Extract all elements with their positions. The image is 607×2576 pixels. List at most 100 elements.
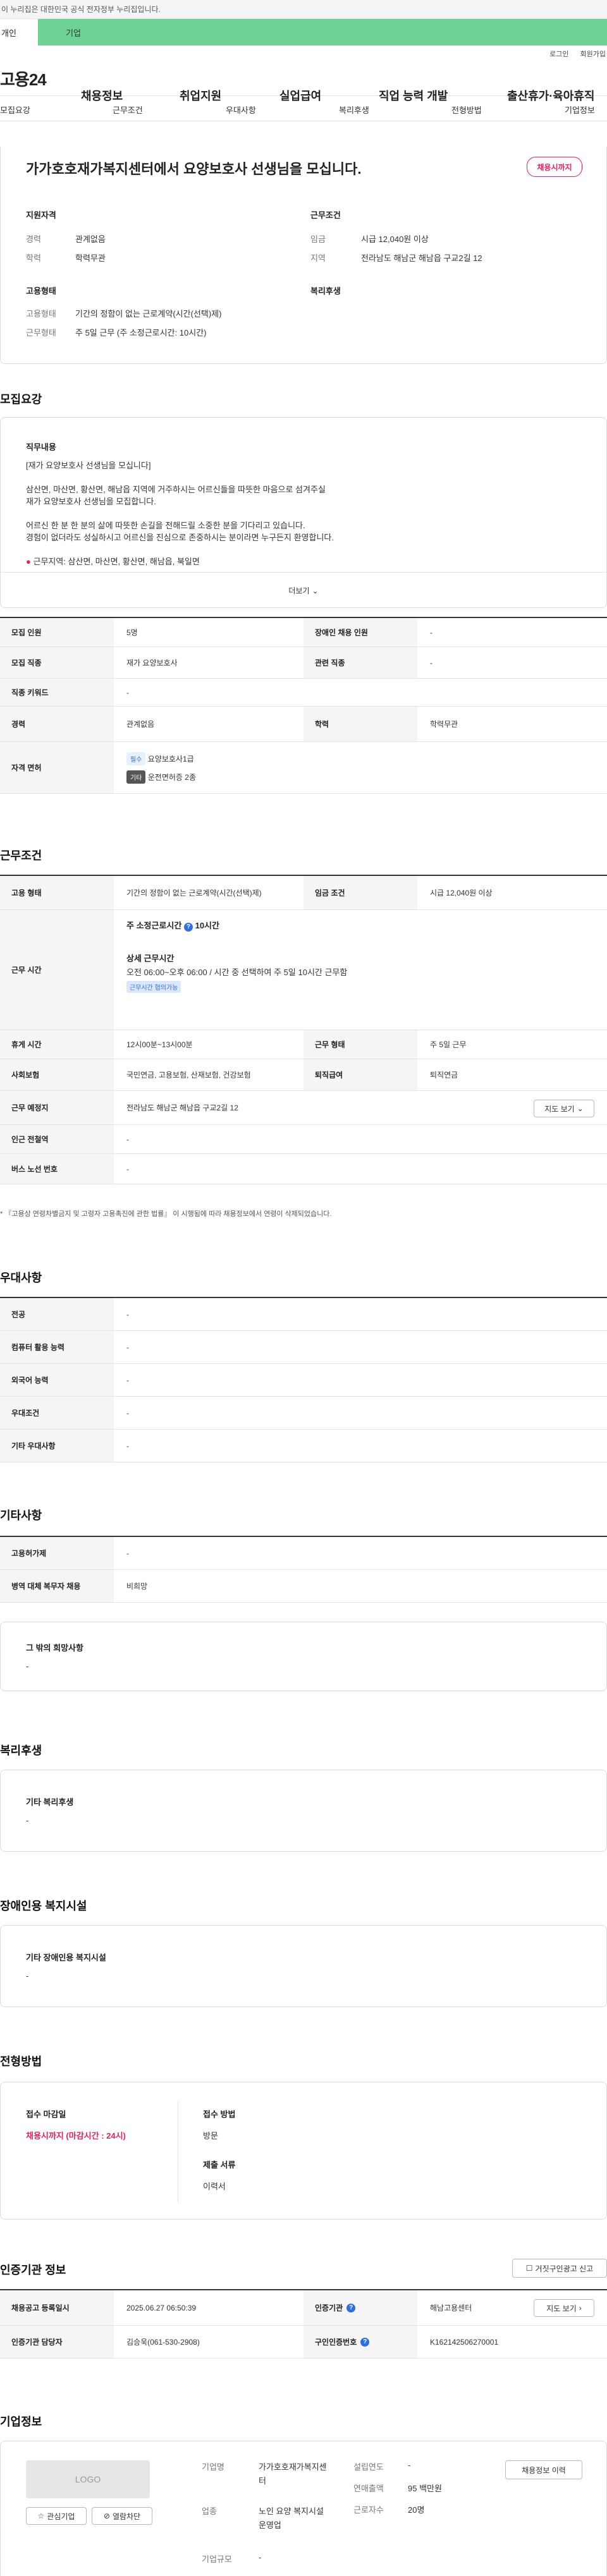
tab-person[interactable]: 개인 (0, 19, 38, 46)
table-row: 우대조건 - (0, 1397, 607, 1430)
table-row: 모집 인원 5명 장애인 채용 인원 - (0, 618, 607, 647)
wage-condition-value: 시급 12,040원 이상 (430, 889, 493, 897)
table-row: 전공 - (0, 1298, 607, 1331)
welfare-value: - (26, 1816, 29, 1825)
tab-person-label: 개인 (1, 28, 16, 38)
anchor-preferences[interactable]: 우대사항 (226, 104, 256, 116)
sales-label: 연매출액 (353, 2484, 384, 2493)
weekly-hours: 주 소정근로시간 ? 10시간 (126, 919, 219, 932)
tab-business[interactable]: 기업 (38, 19, 607, 46)
duty-line: 어르신 한 분 한 분의 삶에 따뜻한 손길을 전해드릴 소중한 분을 기다리고… (26, 521, 305, 530)
deadline-value: 채용시까지 (마감시간 : 24시) (26, 2131, 126, 2141)
license-values: 필수 요양보호사1급 기타 운전면허증 2종 (126, 742, 196, 793)
social-insurance-label: 사회보험 (0, 1059, 114, 1090)
signup-link[interactable]: 회원가입 (580, 49, 606, 59)
nearby-station-value: - (126, 1134, 129, 1144)
agency-manager-value: 김승욱(061-530-2908) (126, 2338, 200, 2347)
age-notice: * 『고용상 연령차별금지 및 고령자 고용촉진에 관한 법률』 이 시행됨에 … (0, 1210, 332, 1218)
table-row: 외국어 능력 - (0, 1364, 607, 1397)
license-label: 자격 면허 (0, 742, 114, 793)
severance-label: 퇴직급여 (304, 1059, 417, 1090)
info-icon[interactable]: ? (183, 922, 193, 932)
company-section-title: 기업정보 (0, 2415, 42, 2428)
table-row: 채용공고 등록일시 2025.06.27 06:50:39 인증기관? 해남고용… (0, 2290, 607, 2326)
table-row: 고용 형태 기간의 정함이 없는 근로계약(시간(선택)제) 임금 조건 시급 … (0, 876, 607, 910)
table-row: 직종 키워드 - (0, 679, 607, 707)
work-type-label: 근무형태 (26, 328, 56, 337)
industry-value: 노인 요양 복지시설 운영업 (259, 2506, 324, 2530)
disabled-facility-heading: 기타 장애인용 복지시설 (26, 1953, 106, 1962)
table-row: 인근 전철역 - (0, 1125, 607, 1154)
wage-label: 임금 (310, 234, 326, 244)
staff-label: 근로자수 (353, 2505, 384, 2515)
anchor-welfare[interactable]: 복리후생 (339, 104, 369, 116)
info-icon[interactable]: ? (346, 2303, 356, 2312)
military-service-label: 병역 대체 복무자 채용 (0, 1570, 114, 1602)
career-value: 관계없음 (126, 720, 155, 729)
block-company-button[interactable]: ⊘ 열람차단 (92, 2507, 152, 2525)
employment-type-value: 기간의 정함이 없는 근로계약(시간(선택)제) (75, 309, 222, 319)
company-size-value: - (259, 2553, 262, 2562)
favorite-company-button[interactable]: ☆ 관심기업 (26, 2507, 87, 2525)
pref-label: 외국어 능력 (0, 1364, 114, 1396)
more-button-label: 더보기 (288, 586, 310, 595)
welfare-heading: 복리후생 (310, 286, 341, 296)
report-false-ad-button[interactable]: ☐ 거짓구인광고 신고 (512, 2259, 607, 2278)
info-icon[interactable]: ? (360, 2337, 370, 2347)
table-row: 병역 대체 복무자 채용 비희망 (0, 1570, 607, 1603)
company-card: LOGO ☆ 관심기업 ⊘ 열람차단 기업명 가가호호재가복지센터 업종 노인 … (0, 2441, 607, 2576)
anchor-recruit[interactable]: 모집요강 (0, 104, 30, 116)
wish-value: - (26, 1662, 29, 1671)
other-section-title: 기타사항 (0, 1509, 42, 1522)
founded-label: 설립연도 (353, 2462, 384, 2472)
anchor-conditions[interactable]: 근무조건 (113, 104, 143, 116)
employment-type-label: 고용 형태 (0, 876, 114, 909)
site-logo[interactable]: 고용24 (0, 67, 70, 90)
registered-at-label: 채용공고 등록일시 (0, 2290, 114, 2325)
company-logo: LOGO (26, 2460, 150, 2498)
docs-heading: 제출 서류 (203, 2160, 236, 2170)
registered-at-value: 2025.06.27 06:50:39 (126, 2303, 197, 2312)
agency-map-button[interactable]: 지도 보기 › (534, 2299, 594, 2317)
disabled-facility-section-title: 장애인용 복지시설 (0, 1900, 87, 1912)
job-title: 가가호호재가복지센터에서 요양보호사 선생님을 모십니다. (26, 161, 362, 177)
section-anchor-nav: 모집요강 근무조건 우대사항 복리후생 전형방법 기업정보 (0, 96, 607, 121)
gov-banner-text: 이 누리집은 대한민국 공식 전자정부 누리집입니다. (1, 5, 161, 14)
duty-heading: 직무내용 (26, 442, 56, 452)
more-button[interactable]: 더보기 ⌄ (1, 572, 606, 609)
location-pin-icon: ● (26, 557, 31, 566)
company-name-value: 가가호호재가복지센터 (259, 2462, 327, 2486)
nearby-station-label: 인근 전철역 (0, 1125, 114, 1153)
weekly-hours-label: 주 소정근로시간 (126, 921, 182, 930)
bus-route-value: - (126, 1164, 129, 1174)
disabled-hire-label: 장애인 채용 인원 (304, 618, 417, 647)
table-row: 경력 관계없음 학력 학력무관 (0, 707, 607, 742)
company-name-label: 기업명 (202, 2462, 224, 2472)
pref-label: 컴퓨터 활용 능력 (0, 1331, 114, 1363)
map-view-button[interactable]: 지도 보기 ⌄ (534, 1100, 594, 1117)
util-links: 로그인 회원가입 (0, 46, 607, 62)
work-permit-label: 고용허가제 (0, 1537, 114, 1569)
hiring-history-button[interactable]: 채용정보 이력 (505, 2460, 582, 2479)
table-row: 휴게 시간 12시00분~13시00분 근무 형태 주 5일 근무 (0, 1030, 607, 1059)
work-type-label: 근무 형태 (304, 1030, 417, 1059)
table-row: 인증기관 담당자 김승욱(061-530-2908) 구인인증번호? K1621… (0, 2326, 607, 2359)
area-line-text: 근무지역: 삼산면, 마산면, 황산면, 해남읍, 북일면 (33, 557, 200, 566)
wage-value: 시급 12,040원 이상 (361, 234, 429, 244)
login-link[interactable]: 로그인 (549, 49, 568, 59)
hours-negotiable-chip: 근무시간 협의가능 (126, 981, 181, 993)
anchor-company[interactable]: 기업정보 (565, 104, 595, 116)
industry-label: 업종 (202, 2506, 217, 2516)
table-row: 모집 직종 재가 요양보호사 관련 직종 - (0, 647, 607, 679)
employment-type-label: 고용형태 (26, 309, 56, 319)
pref-label: 우대조건 (0, 1397, 114, 1429)
job-category-label: 모집 직종 (0, 647, 114, 678)
request-number-value: K162142506270001 (430, 2337, 499, 2347)
selection-card: 접수 마감일 채용시까지 (마감시간 : 24시) 접수 방법 방문 제출 서류… (0, 2082, 607, 2220)
duty-line: 삼산면, 마산면, 황산면, 해남읍 지역에 거주하시는 어르신들을 따뜻한 마… (26, 485, 326, 494)
anchor-selection[interactable]: 전형방법 (451, 104, 482, 116)
required-chip: 필수 (126, 751, 146, 765)
related-job-value: - (430, 658, 432, 667)
pref-value: - (126, 1441, 129, 1450)
star-icon: ☆ (37, 2512, 45, 2520)
